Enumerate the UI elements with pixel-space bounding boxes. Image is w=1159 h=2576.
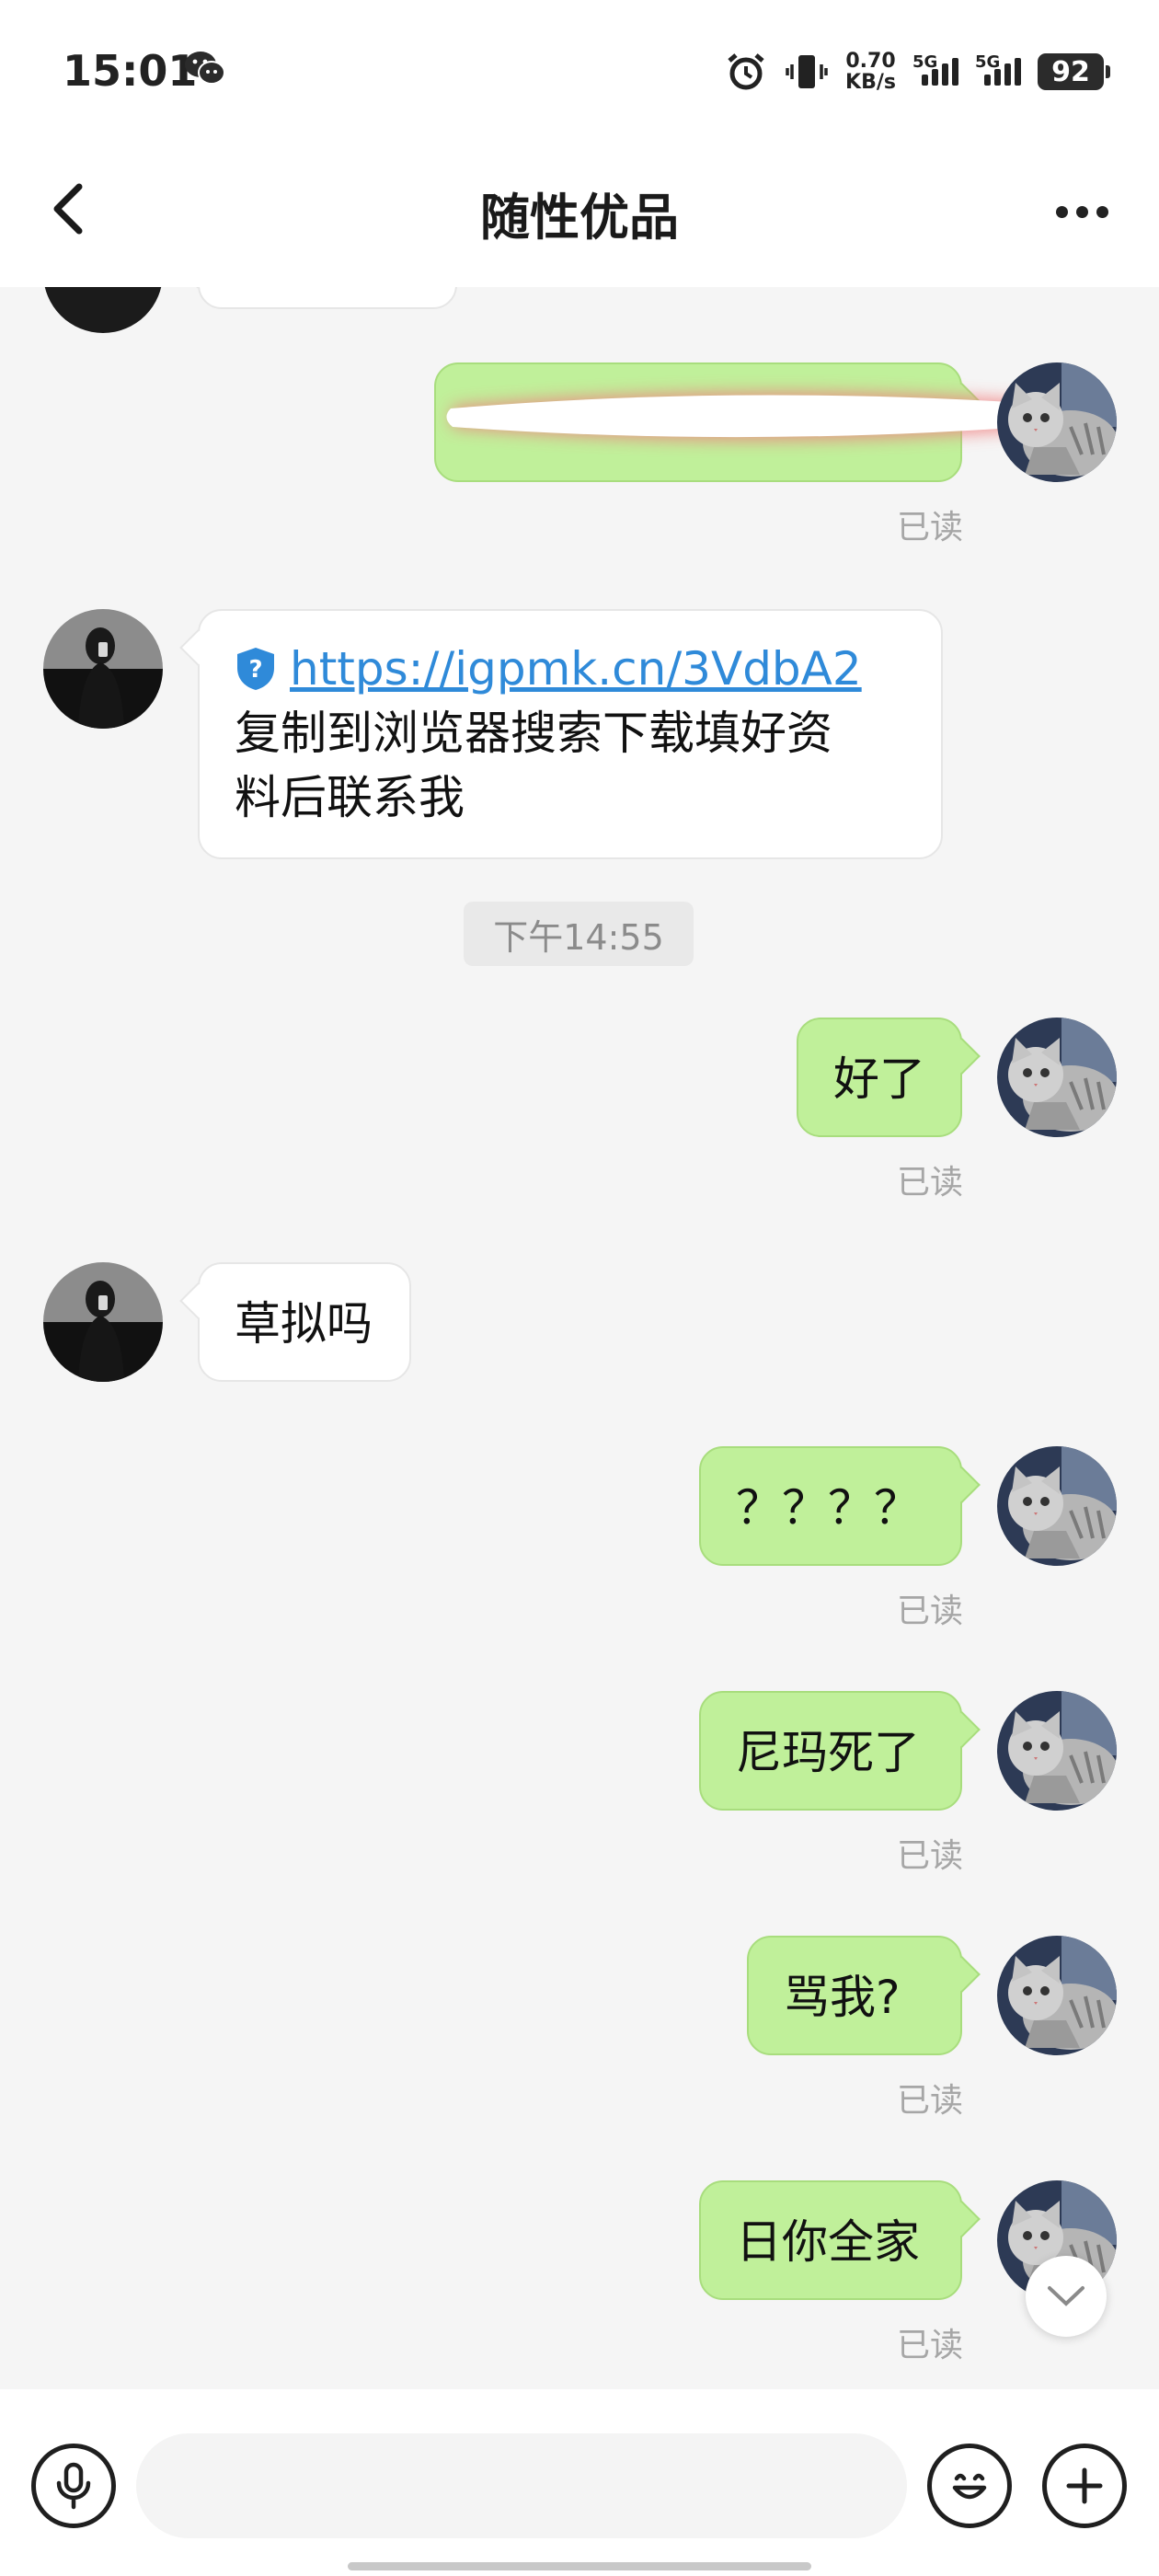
svg-text:?: ? [248, 656, 262, 684]
vibrate-icon [786, 55, 828, 88]
battery-level: 92 [1051, 55, 1090, 88]
plus-button[interactable] [1042, 2444, 1127, 2528]
message-input[interactable] [136, 2433, 907, 2538]
status-time: 15:01 [63, 46, 198, 96]
wechat-icon [185, 52, 225, 85]
status-icons: 0.70 KB/s 5G 5G 92 [724, 44, 1110, 99]
contact-avatar[interactable] [43, 287, 163, 333]
emoji-icon [952, 2473, 987, 2500]
message-text: 复制到浏览器搜索下载填好资 [235, 707, 832, 760]
contact-avatar[interactable] [43, 1262, 163, 1382]
sim2-label: 5G [975, 52, 1001, 72]
my-avatar[interactable] [997, 1446, 1117, 1566]
signal-icon-2: 5G [975, 52, 1021, 86]
message-text: 尼玛死了 [736, 1726, 920, 1779]
read-receipt: 已读 [897, 1837, 964, 1875]
network-speed-unit: KB/s [845, 71, 896, 94]
message-text: 料后联系我 [235, 771, 465, 824]
chat-area[interactable]: 已读 ? https://igpmk.cn/3VdbA2 复制到浏览器搜索下载填… [0, 287, 1159, 2389]
my-avatar[interactable] [997, 1936, 1117, 2055]
input-bar [0, 2389, 1159, 2576]
more-button[interactable] [1045, 184, 1119, 239]
message-bubble-partial[interactable] [198, 287, 457, 309]
timestamp-chip: 下午14:55 [464, 902, 694, 966]
message-bubble[interactable]: 日你全家 [699, 2180, 962, 2300]
top-bar: 15:01 0.70 KB/s 5G 5G 92 随性优品 [0, 0, 1159, 287]
message-bubble[interactable]: 尼玛死了 [699, 1691, 962, 1811]
plus-icon [1066, 2467, 1103, 2504]
read-receipt: 已读 [897, 1593, 964, 1630]
my-avatar[interactable] [997, 1691, 1117, 1811]
signal-icon: 5G [912, 52, 958, 86]
chevron-down-icon [1048, 2286, 1084, 2306]
read-receipt: 已读 [897, 2082, 964, 2120]
my-avatar[interactable] [997, 1018, 1117, 1137]
microphone-icon [56, 2462, 91, 2510]
message-bubble[interactable]: 好了 [797, 1018, 962, 1137]
home-indicator[interactable] [348, 2562, 811, 2570]
read-receipt: 已读 [897, 1164, 964, 1202]
my-avatar[interactable] [997, 362, 1117, 482]
contact-avatar[interactable] [43, 609, 163, 729]
message-link[interactable]: https://igpmk.cn/3VdbA2 [290, 637, 862, 701]
message-text: 草拟吗 [235, 1297, 373, 1351]
sim1-label: 5G [912, 52, 938, 72]
more-dots-icon [1055, 205, 1068, 218]
message-text: 日你全家 [736, 2215, 920, 2269]
page-title: 随性优品 [480, 189, 679, 247]
scroll-down-button[interactable] [1026, 2256, 1107, 2337]
message-text: 骂我? [784, 1971, 901, 2024]
message-bubble[interactable]: ？？？？ [699, 1446, 962, 1566]
message-bubble[interactable]: 骂我? [747, 1936, 962, 2055]
shield-question-icon: ? [237, 648, 274, 690]
read-receipt: 已读 [897, 2327, 964, 2364]
voice-button[interactable] [31, 2444, 116, 2528]
message-bubble-link[interactable]: ? https://igpmk.cn/3VdbA2 复制到浏览器搜索下载填好资 … [198, 609, 943, 859]
message-text: 好了 [833, 1052, 925, 1106]
battery-icon: 92 [1038, 53, 1110, 90]
network-speed: 0.70 KB/s [845, 51, 896, 93]
message-text: ？？？？ [736, 1481, 920, 1535]
alarm-icon [728, 53, 764, 90]
message-bubble[interactable]: 草拟吗 [198, 1262, 411, 1382]
emoji-button[interactable] [927, 2444, 1012, 2528]
read-receipt: 已读 [897, 509, 964, 546]
network-speed-value: 0.70 [845, 50, 896, 73]
